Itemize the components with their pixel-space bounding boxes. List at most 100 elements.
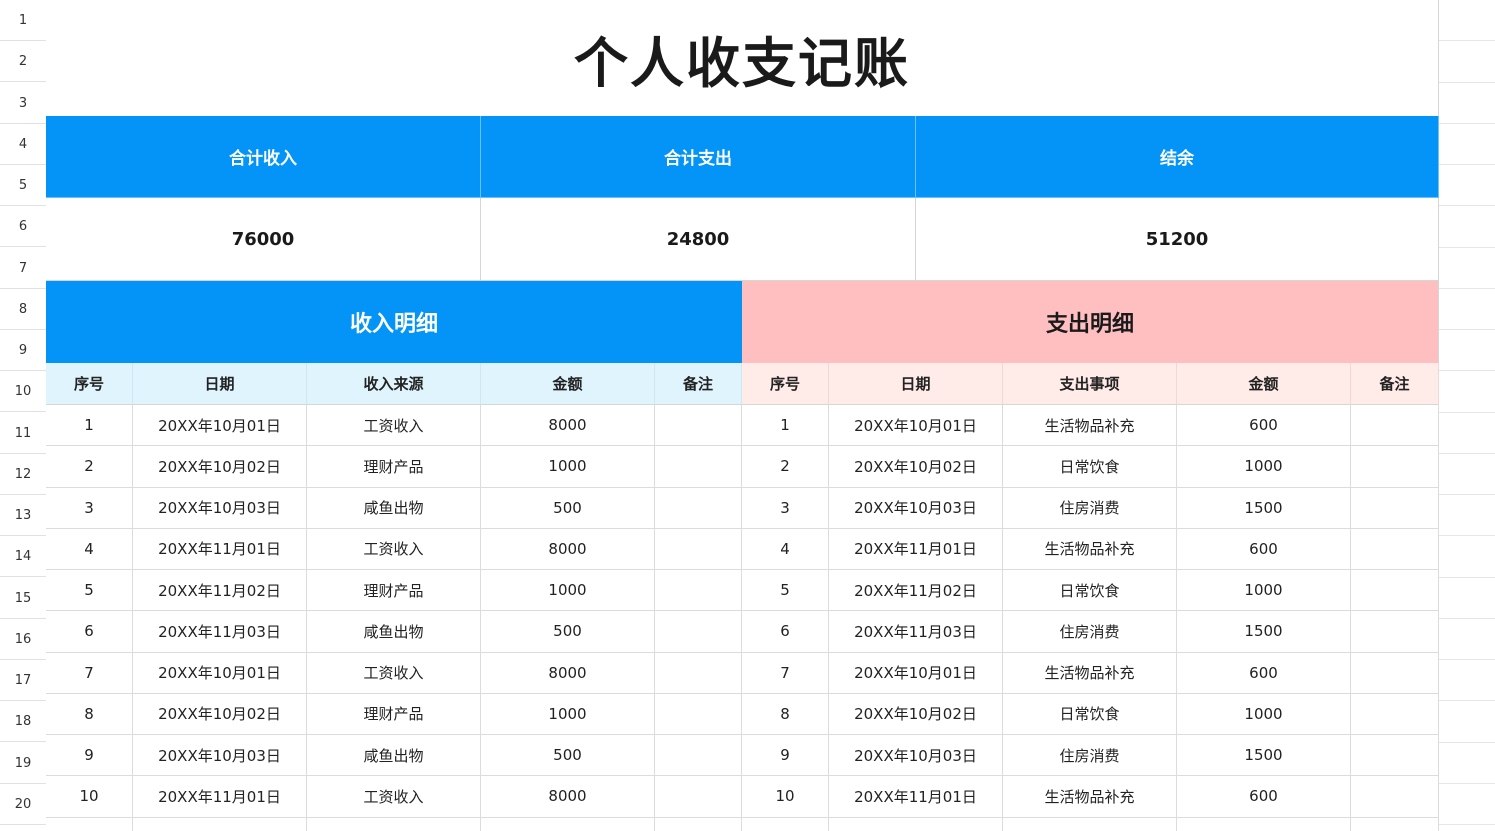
row-number[interactable]: 9 [0, 330, 46, 371]
expense-cell-amount[interactable]: 600 [1177, 652, 1351, 694]
row-number[interactable]: 13 [0, 495, 46, 536]
balance-header[interactable]: 结余 [916, 116, 1439, 198]
income-cell-note[interactable] [655, 735, 742, 777]
empty-cell[interactable] [1003, 817, 1177, 831]
row-number[interactable]: 20 [0, 784, 46, 825]
income-cell-source[interactable]: 工资收入 [307, 405, 481, 447]
expense-cell-item[interactable]: 日常饮食 [1003, 446, 1177, 488]
empty-cell[interactable] [1439, 330, 1495, 372]
expense-cell-index[interactable]: 7 [742, 652, 829, 694]
expense-cell-date[interactable]: 20XX年11月03日 [829, 611, 1003, 653]
income-col-header-index[interactable]: 序号 [46, 363, 133, 405]
expense-cell-note[interactable] [1351, 652, 1439, 694]
expense-cell-index[interactable]: 8 [742, 693, 829, 735]
income-cell-date[interactable]: 20XX年11月01日 [133, 776, 307, 818]
expense-cell-amount[interactable]: 1500 [1177, 611, 1351, 653]
income-cell-date[interactable]: 20XX年10月03日 [133, 487, 307, 529]
expense-cell-note[interactable] [1351, 446, 1439, 488]
income-cell-note[interactable] [655, 776, 742, 818]
row-number[interactable]: 17 [0, 660, 46, 701]
expense-col-header-note[interactable]: 备注 [1351, 363, 1439, 405]
expense-cell-index[interactable]: 1 [742, 405, 829, 447]
income-cell-date[interactable]: 20XX年10月02日 [133, 693, 307, 735]
income-cell-date[interactable]: 20XX年10月01日 [133, 652, 307, 694]
income-cell-amount[interactable]: 8000 [481, 528, 655, 570]
empty-cell[interactable] [133, 817, 307, 831]
sheet-title[interactable]: 个人收支记账 [46, 0, 1439, 116]
empty-cell[interactable] [1177, 817, 1351, 831]
row-number[interactable]: 5 [0, 165, 46, 206]
empty-cell[interactable] [1439, 701, 1495, 743]
row-number[interactable]: 15 [0, 578, 46, 619]
income-cell-note[interactable] [655, 652, 742, 694]
expense-cell-index[interactable]: 4 [742, 528, 829, 570]
income-cell-amount[interactable]: 1000 [481, 570, 655, 612]
income-cell-source[interactable]: 工资收入 [307, 528, 481, 570]
income-cell-amount[interactable]: 1000 [481, 693, 655, 735]
income-cell-index[interactable]: 6 [46, 611, 133, 653]
expense-cell-amount[interactable]: 1000 [1177, 570, 1351, 612]
expense-cell-amount[interactable]: 1500 [1177, 487, 1351, 529]
empty-cell[interactable] [307, 817, 481, 831]
income-col-header-date[interactable]: 日期 [133, 363, 307, 405]
empty-cell[interactable] [1439, 825, 1495, 831]
empty-cell[interactable] [1439, 454, 1495, 495]
expense-cell-note[interactable] [1351, 693, 1439, 735]
expense-cell-index[interactable]: 5 [742, 570, 829, 612]
expense-cell-amount[interactable]: 600 [1177, 776, 1351, 818]
expense-cell-item[interactable]: 生活物品补充 [1003, 528, 1177, 570]
total-income-value[interactable]: 76000 [46, 198, 481, 281]
empty-cell[interactable] [1439, 371, 1495, 413]
expense-cell-date[interactable]: 20XX年10月03日 [829, 487, 1003, 529]
row-number[interactable]: 2 [0, 41, 46, 83]
row-number[interactable]: 19 [0, 743, 46, 784]
income-cell-date[interactable]: 20XX年11月03日 [133, 611, 307, 653]
income-cell-date[interactable]: 20XX年10月01日 [133, 405, 307, 447]
expense-cell-note[interactable] [1351, 405, 1439, 447]
income-cell-index[interactable]: 3 [46, 487, 133, 529]
empty-cell[interactable] [1439, 248, 1495, 289]
empty-cell[interactable] [1439, 743, 1495, 784]
empty-cell[interactable] [1439, 495, 1495, 537]
row-number[interactable]: 11 [0, 413, 46, 454]
expense-cell-amount[interactable]: 600 [1177, 528, 1351, 570]
empty-cell[interactable] [742, 817, 829, 831]
expense-section-header[interactable]: 支出明细 [742, 281, 1439, 363]
expense-cell-note[interactable] [1351, 570, 1439, 612]
expense-cell-note[interactable] [1351, 487, 1439, 529]
expense-cell-amount[interactable]: 600 [1177, 405, 1351, 447]
empty-cell[interactable] [1439, 289, 1495, 330]
income-cell-note[interactable] [655, 487, 742, 529]
income-cell-amount[interactable]: 1000 [481, 446, 655, 488]
income-cell-note[interactable] [655, 405, 742, 447]
empty-cell[interactable] [481, 817, 655, 831]
total-expense-header[interactable]: 合计支出 [481, 116, 916, 198]
expense-cell-date[interactable]: 20XX年11月01日 [829, 528, 1003, 570]
row-number[interactable]: 12 [0, 454, 46, 495]
income-cell-source[interactable]: 咸鱼出物 [307, 487, 481, 529]
income-cell-source[interactable]: 理财产品 [307, 693, 481, 735]
empty-cell[interactable] [1439, 619, 1495, 660]
expense-cell-item[interactable]: 住房消费 [1003, 611, 1177, 653]
empty-cell[interactable] [655, 817, 742, 831]
total-income-header[interactable]: 合计收入 [46, 116, 481, 198]
income-cell-index[interactable]: 1 [46, 405, 133, 447]
expense-col-header-amount[interactable]: 金额 [1177, 363, 1351, 405]
row-number[interactable]: 21 [0, 825, 46, 831]
income-cell-amount[interactable]: 8000 [481, 652, 655, 694]
income-cell-note[interactable] [655, 528, 742, 570]
empty-cell[interactable] [1439, 413, 1495, 454]
income-cell-date[interactable]: 20XX年10月03日 [133, 735, 307, 777]
row-number[interactable]: 16 [0, 619, 46, 660]
expense-cell-amount[interactable]: 1000 [1177, 693, 1351, 735]
expense-cell-index[interactable]: 9 [742, 735, 829, 777]
expense-cell-amount[interactable]: 1500 [1177, 735, 1351, 777]
expense-cell-note[interactable] [1351, 776, 1439, 818]
row-number[interactable]: 3 [0, 83, 46, 124]
income-col-header-amount[interactable]: 金额 [481, 363, 655, 405]
income-cell-note[interactable] [655, 611, 742, 653]
balance-value[interactable]: 51200 [916, 198, 1439, 281]
expense-cell-note[interactable] [1351, 528, 1439, 570]
empty-cell[interactable] [1351, 817, 1439, 831]
income-cell-amount[interactable]: 500 [481, 611, 655, 653]
